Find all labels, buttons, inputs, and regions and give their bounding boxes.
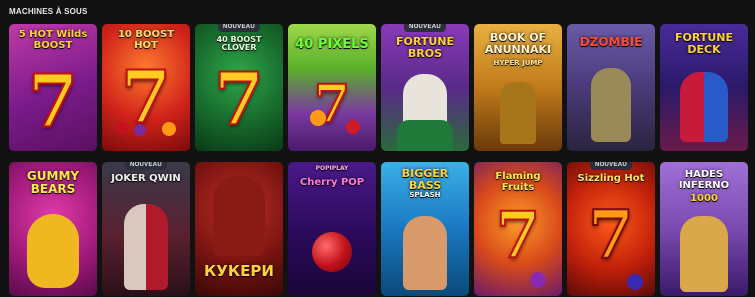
new-badge: NOUVEAU [124,162,168,170]
game-grid: 5 HOT Wilds BOOST 7 10 BOOST HOT 7 NOUVE… [9,24,749,296]
game-logo: 40 BOOST CLOVER [216,35,262,53]
new-badge: NOUVEAU [403,24,447,32]
grape-icon [627,274,643,290]
game-brand: POPIPLAY [315,165,349,172]
cherry-icon [312,232,352,272]
game-logo: BIGGER BASS [401,167,449,192]
game-tile-fortune-bros[interactable]: NOUVEAU FORTUNE BROS [381,24,469,151]
orange-icon [162,122,176,136]
game-logo: 40 PIXELS [295,37,369,52]
game-logo: HADES INFERNO [678,169,730,191]
rabbit-jacket-icon [397,120,453,151]
game-tile-hades-inferno-1000[interactable]: HADES INFERNO 1000 [660,162,748,296]
fisherman-character-icon [403,216,447,290]
game-tile-flaming-fruits[interactable]: Flaming Fruits 7 [474,162,562,296]
new-badge: NOUVEAU [217,24,261,32]
game-tile-gummy-bears[interactable]: GUMMY BEARS [9,162,97,296]
game-logo: Flaming Fruits [495,171,541,193]
hades-character-icon [680,216,728,292]
seven-symbol-icon: 7 [495,197,542,274]
section-title: MACHINES À SOUS [9,7,88,16]
seven-symbol-icon: 7 [27,57,79,144]
anunnaki-statue-icon [500,82,536,144]
game-logo: BOOK OF ANUNNAKI [484,31,552,56]
gummy-bear-icon [27,214,79,288]
grape-icon [134,124,146,136]
game-logo: КУКЕРИ [204,262,274,280]
game-tile-5-hot-wilds-boost[interactable]: 5 HOT Wilds BOOST 7 [9,24,97,151]
game-tile-cherry-pop[interactable]: POPIPLAY Cherry POP [288,162,376,296]
game-tile-bigger-bass-splash[interactable]: BIGGER BASS SPLASH [381,162,469,296]
game-logo: GUMMY BEARS [26,169,80,196]
game-tile-joker-qwin[interactable]: NOUVEAU JOKER QWIN [102,162,190,296]
joker-character-icon [124,204,168,290]
game-logo: JOKER QWIN [111,173,181,184]
game-tile-10-boost-hot[interactable]: 10 BOOST HOT 7 [102,24,190,151]
kuker-character-icon [213,176,265,256]
game-logo: FORTUNE BROS [396,35,454,60]
game-logo: DZOMBIE [579,35,643,49]
zombie-character-icon [591,68,631,142]
game-logo: Sizzling Hot [577,173,645,184]
orange-icon [310,110,326,126]
game-tile-40-pixels[interactable]: 40 PIXELS 7 [288,24,376,151]
game-sublogo: HYPER JUMP [493,59,543,67]
new-badge: NOUVEAU [589,162,633,170]
game-tile-kykepu[interactable]: КУКЕРИ [195,162,283,296]
cherry-icon [346,120,360,134]
game-tile-dzombie[interactable]: DZOMBIE [567,24,655,151]
seven-symbol-icon: 7 [587,195,635,275]
jester-character-icon [680,72,728,142]
game-logo: FORTUNE DECK [675,31,733,56]
game-tile-book-of-anunnaki[interactable]: BOOK OF ANUNNAKI HYPER JUMP [474,24,562,151]
game-sublogo: 1000 [690,193,718,204]
game-logo: 5 HOT Wilds BOOST [18,29,88,51]
game-tile-40-boost-clover[interactable]: NOUVEAU 40 BOOST CLOVER 7 [195,24,283,151]
game-sublogo: SPLASH [409,191,441,199]
cherry-icon [116,122,128,134]
game-tile-sizzling-hot[interactable]: NOUVEAU Sizzling Hot 7 [567,162,655,296]
game-tile-fortune-deck[interactable]: FORTUNE DECK [660,24,748,151]
seven-symbol-icon: 7 [213,55,265,142]
game-logo: Cherry POP [299,177,365,188]
seven-symbol-icon: 7 [313,73,351,136]
game-logo: 10 BOOST HOT [117,29,175,51]
grape-icon [530,272,546,288]
